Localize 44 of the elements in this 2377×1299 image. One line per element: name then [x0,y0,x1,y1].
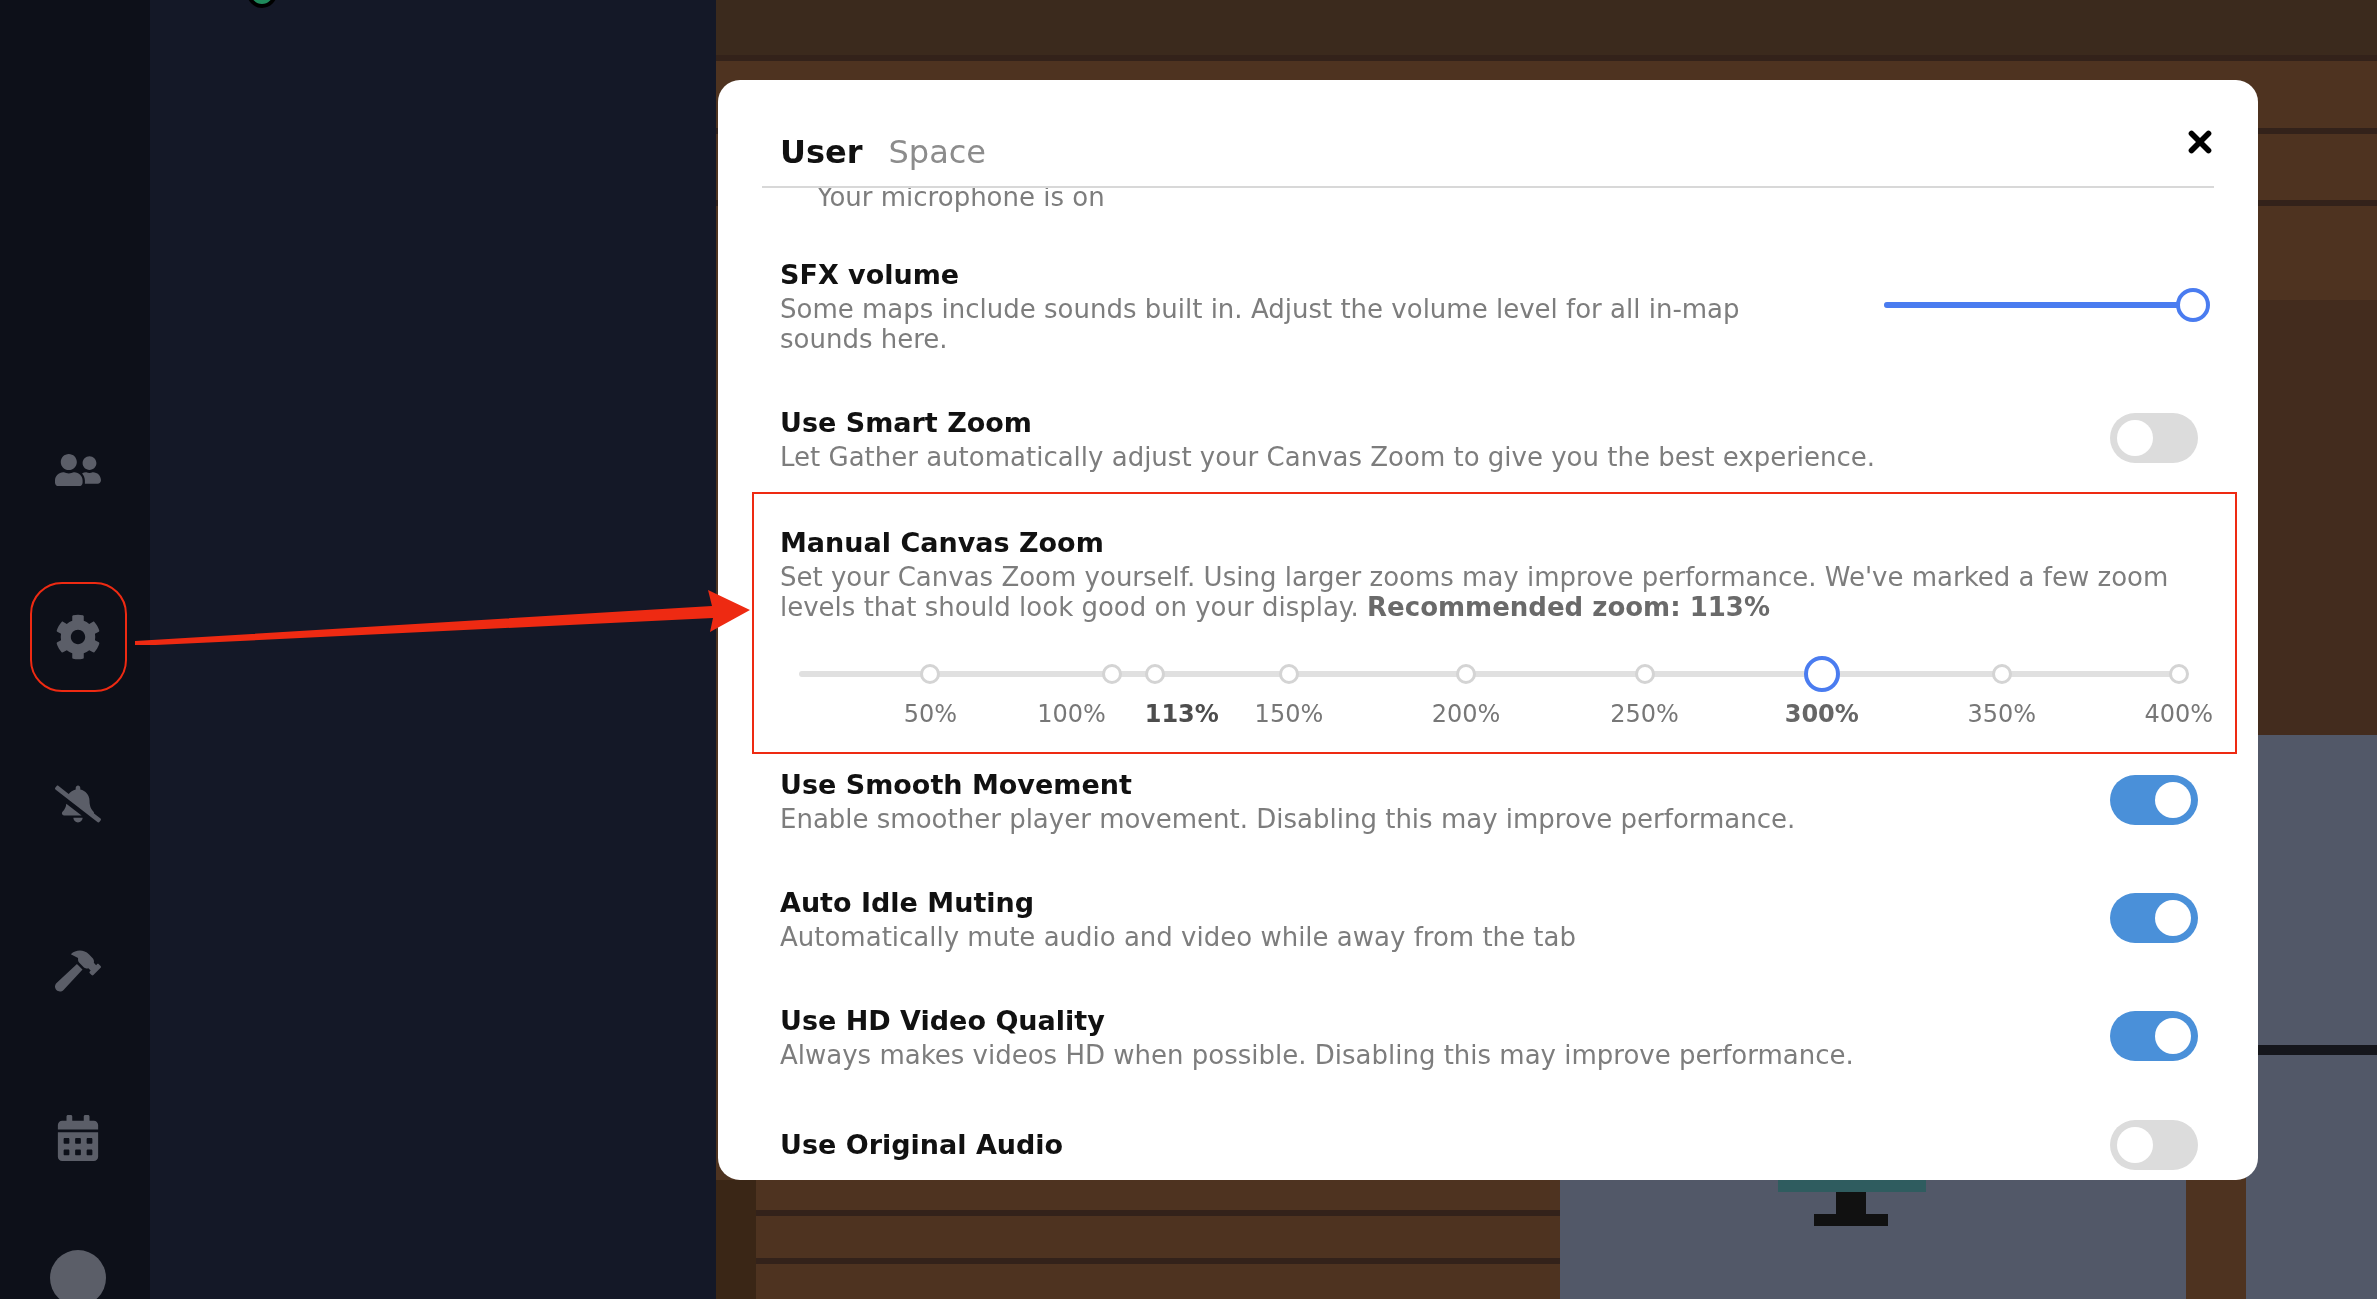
toggle-switch[interactable] [2110,1011,2198,1061]
setting-title: Use Smart Zoom [780,406,1033,440]
setting-description: Set your Canvas Zoom yourself. Using larger zooms may improve performance. We've marked a few zoom levels that should look good on your display. Recommended zoom: 113% [780,562,2170,622]
setting-description: Always makes videos HD when possible. Disabling this may improve performance. [780,1040,1854,1070]
tab[interactable]: User [780,132,863,172]
slider-tick[interactable] [1278,664,1299,684]
setting-title: Manual Canvas Zoom [780,526,1105,560]
toggle-switch[interactable] [2110,1120,2198,1170]
setting-title: Use Smooth Movement [780,768,1133,802]
hammer-icon [55,948,101,994]
tick-label: 400% [2144,700,2214,728]
tick-label: 350% [1967,700,2036,728]
slider-tick[interactable] [2168,664,2189,684]
tick-label: 150% [1254,700,1324,728]
setting-description: Let Gather automatically adjust your Canvas Zoom to give you the best experience. [780,442,1876,472]
setting-title: SFX volume [780,258,961,292]
slider-tick[interactable] [1456,664,1477,684]
tick-label: 113% [1144,700,1219,728]
slider-tick[interactable] [1144,664,1165,684]
tick-label: 250% [1610,700,1679,728]
calendar-icon [55,1115,101,1161]
slider-tick[interactable] [1991,664,2012,684]
toggle-switch[interactable] [2110,775,2198,825]
setting-description: Some maps include sounds built in. Adjust the volume level for all in-map sounds here. [780,294,1741,354]
setting-description: Automatically mute audio and video while away from the tab [780,922,1576,952]
volume-slider[interactable] [1884,288,2210,322]
sidebar-button[interactable] [29,582,127,692]
tick-label: 200% [1431,700,1501,728]
slider-tick[interactable] [920,664,941,684]
tick-label: 100% [1037,700,1106,728]
settings-icon [55,614,101,660]
setting-title: Use Original Audio [780,1128,1064,1162]
tick-label: 300% [1784,700,1859,728]
tick-label: 50% [903,700,958,728]
toggle-switch[interactable] [2110,893,2198,943]
slider-tick[interactable] [1101,664,1122,684]
setting-description: Enable smoother player movement. Disabling this may improve performance. [780,804,1796,834]
toggle-switch[interactable] [2110,413,2198,463]
avatar-icon [50,1250,106,1299]
slider-thumb[interactable] [1803,656,1840,692]
slider-tick[interactable] [1634,664,1655,684]
status-text: Your microphone is on [816,184,1106,210]
setting-title: Auto Idle Muting [780,886,1036,920]
setting-title: Use HD Video Quality [780,1004,1106,1038]
